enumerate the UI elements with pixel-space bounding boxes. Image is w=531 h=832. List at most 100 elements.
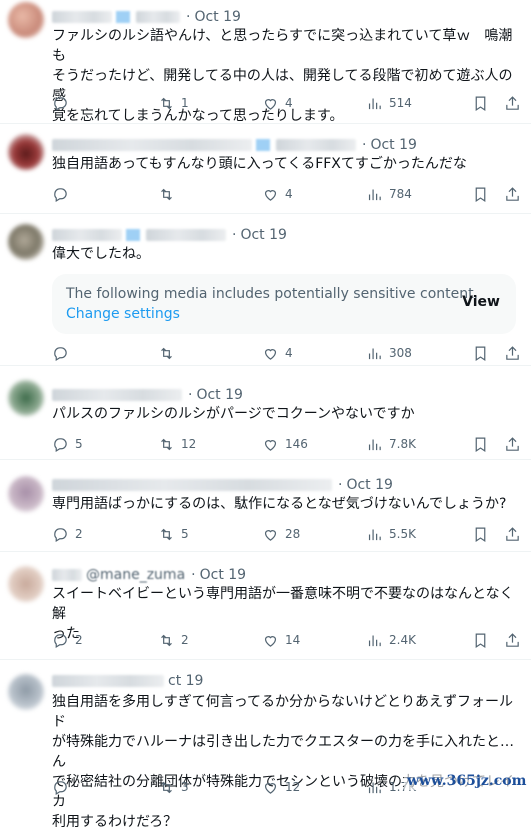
repost-button[interactable]: 3 (158, 777, 189, 797)
verified-badge-blurred (126, 229, 140, 241)
bookmark-icon (475, 96, 486, 111)
share-icon (506, 436, 519, 451)
action-bar: 2 2 14 2.4K (52, 630, 522, 650)
author-name-blurred[interactable] (52, 569, 82, 581)
share-button[interactable] (504, 434, 521, 454)
views-button[interactable]: 7.8K (366, 434, 416, 454)
share-button[interactable] (504, 184, 521, 204)
repost-button[interactable]: 1 (158, 93, 189, 113)
avatar[interactable] (8, 2, 44, 38)
bookmark-button[interactable] (472, 434, 489, 454)
tweet[interactable]: · Oct 19 専門用語ばっかにするのは、駄作になるとなぜ気づけないんでしょう… (0, 460, 531, 552)
share-icon (506, 632, 519, 647)
tweet-date[interactable]: Oct 19 (196, 387, 242, 403)
share-icon (506, 186, 519, 201)
reply-button[interactable] (52, 343, 75, 363)
repost-button[interactable]: 5 (158, 524, 189, 544)
tweet[interactable]: · Oct 19 偉大でしたね。 The following media inc… (0, 214, 531, 366)
action-bar: 5 12 146 7.8K (52, 434, 522, 454)
like-button[interactable]: 12 (262, 777, 300, 797)
views-button[interactable]: 308 (366, 343, 412, 363)
share-button[interactable] (504, 343, 521, 363)
sensitive-media-text: The following media includes potentially… (66, 286, 479, 302)
author-handle-blurred[interactable] (136, 11, 180, 23)
views-icon (368, 98, 381, 109)
action-bar: 1 4 514 (52, 93, 522, 113)
tweet-header: · Oct 19 (52, 476, 393, 494)
reply-icon (54, 346, 67, 361)
share-button[interactable] (504, 630, 521, 650)
like-button[interactable]: 14 (262, 630, 300, 650)
bookmark-button[interactable] (472, 184, 489, 204)
repost-button[interactable]: 12 (158, 434, 196, 454)
avatar[interactable] (8, 224, 44, 260)
like-button[interactable]: 4 (262, 93, 293, 113)
reply-button[interactable] (52, 93, 75, 113)
bookmark-button[interactable] (472, 343, 489, 363)
avatar[interactable] (8, 134, 44, 170)
reply-button[interactable]: 5 (52, 434, 83, 454)
like-icon (264, 529, 277, 541)
reply-button[interactable]: 2 (52, 524, 83, 544)
author-handle-blurred[interactable] (146, 229, 226, 241)
tweet-date[interactable]: Oct 19 (346, 477, 392, 493)
tweet-date[interactable]: ct 19 (168, 673, 203, 689)
tweet-date[interactable]: Oct 19 (240, 227, 286, 243)
tweet-date[interactable]: Oct 19 (200, 567, 246, 583)
views-button[interactable]: 514 (366, 93, 412, 113)
share-icon (506, 95, 519, 110)
share-button[interactable] (504, 93, 521, 113)
view-media-button[interactable]: View (462, 294, 500, 310)
share-button[interactable] (504, 524, 521, 544)
reply-button[interactable]: 2 (52, 630, 83, 650)
views-button[interactable]: 2.4K (366, 630, 416, 650)
bookmark-icon (475, 346, 486, 361)
author-name-blurred[interactable] (52, 229, 122, 241)
repost-button[interactable] (158, 184, 181, 204)
repost-icon (161, 438, 172, 450)
like-icon (264, 348, 277, 360)
like-button[interactable]: 28 (262, 524, 300, 544)
tweet-header: @mane_zuma · Oct 19 (52, 566, 246, 584)
author-handle[interactable]: @mane_zuma (86, 567, 185, 583)
repost-icon (161, 528, 172, 540)
avatar[interactable] (8, 566, 44, 602)
like-button[interactable]: 146 (262, 434, 308, 454)
tweet-date[interactable]: Oct 19 (370, 137, 416, 153)
tweet-text: 独自用語あってもすんなり頭に入ってくるFFXてすごかったんだな (52, 156, 467, 172)
repost-icon (161, 347, 172, 359)
views-button[interactable]: 5.5K (366, 524, 416, 544)
avatar[interactable] (8, 674, 44, 710)
tweet-text: パルスのファルシのルシがパージでコクーンやないですか (52, 406, 415, 422)
tweet[interactable]: · Oct 19 独自用語あってもすんなり頭に入ってくるFFXてすごかったんだな… (0, 124, 531, 214)
bookmark-button[interactable] (472, 630, 489, 650)
reply-button[interactable] (52, 777, 75, 797)
author-name-blurred[interactable] (52, 479, 332, 491)
tweet[interactable]: · Oct 19 パルスのファルシのルシがパージでコクーンやないですか 5 12… (0, 366, 531, 460)
bookmark-button[interactable] (472, 524, 489, 544)
author-name-blurred[interactable] (52, 11, 112, 23)
author-name-blurred[interactable] (52, 675, 164, 687)
like-button[interactable]: 4 (262, 184, 293, 204)
tweet-date[interactable]: Oct 19 (194, 9, 240, 25)
change-settings-link[interactable]: Change settings (66, 306, 180, 322)
verified-badge-blurred (116, 11, 130, 23)
like-button[interactable]: 4 (262, 343, 293, 363)
reply-button[interactable] (52, 184, 75, 204)
avatar[interactable] (8, 476, 44, 512)
author-name-blurred[interactable] (52, 139, 252, 151)
tweet-header: · Oct 19 (52, 8, 241, 26)
repost-icon (161, 188, 172, 200)
views-button[interactable]: 784 (366, 184, 412, 204)
author-name-blurred[interactable] (52, 389, 182, 401)
tweet-header: · Oct 19 (52, 226, 287, 244)
watermark: www.365jz.com (404, 772, 530, 790)
tweet-text: 偉大でしたね。 (52, 246, 150, 262)
bookmark-button[interactable] (472, 93, 489, 113)
avatar[interactable] (8, 380, 44, 416)
tweet[interactable]: · Oct 19 ファルシのルシ語やんけ、と思ったらすでに突っ込まれていて草ｗ … (0, 0, 531, 124)
author-handle-blurred[interactable] (276, 139, 356, 151)
repost-button[interactable] (158, 343, 181, 363)
tweet[interactable]: @mane_zuma · Oct 19 スイートベイビーという専門用語が一番意味… (0, 552, 531, 660)
repost-button[interactable]: 2 (158, 630, 189, 650)
